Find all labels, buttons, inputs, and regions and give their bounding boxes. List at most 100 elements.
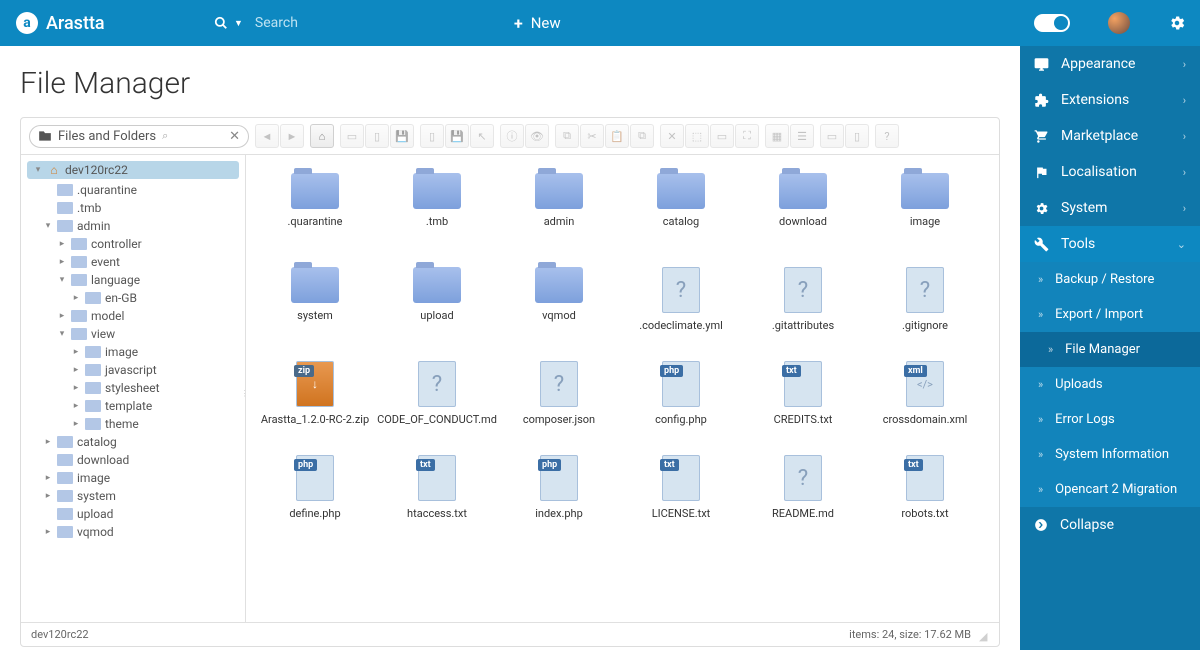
menu-item-appearance[interactable]: Appearance› [1020, 46, 1200, 82]
tree-item[interactable]: ▸system [21, 487, 245, 505]
tree-item[interactable]: ▾admin [21, 217, 245, 235]
folder-item[interactable]: .tmb [376, 167, 498, 257]
tree-toggle-icon[interactable]: ▸ [71, 347, 81, 357]
preview-button[interactable]: 👁 [525, 124, 549, 148]
collapse-button[interactable]: Collapse [1020, 507, 1200, 543]
resize-corner-icon[interactable]: ◢ [979, 630, 989, 640]
tree-item[interactable]: ▸model [21, 307, 245, 325]
folder-item[interactable]: vqmod [498, 261, 620, 351]
clear-path-icon[interactable]: ✕ [229, 129, 240, 144]
duplicate-button[interactable]: ⧉ [630, 124, 654, 148]
copy-button[interactable]: ⧉ [555, 124, 579, 148]
file-item[interactable]: txtCREDITS.txt [742, 355, 864, 445]
file-item[interactable]: ?.gitattributes [742, 261, 864, 351]
file-item[interactable]: xml</>crossdomain.xml [864, 355, 986, 445]
view-icons-button[interactable]: ▦ [765, 124, 789, 148]
tree-item[interactable]: ▸image [21, 469, 245, 487]
menu-item-tools[interactable]: Tools⌄ [1020, 226, 1200, 262]
select-button[interactable]: ↖ [470, 124, 494, 148]
tree-item[interactable]: ▾language [21, 271, 245, 289]
fm-files[interactable]: .quarantine.tmbadmincatalogdownloadimage… [246, 155, 999, 622]
folder-item[interactable]: image [864, 167, 986, 257]
tree-toggle-icon[interactable]: ▸ [43, 473, 53, 483]
tree-toggle-icon[interactable]: ▾ [57, 275, 67, 285]
tree-toggle-icon[interactable]: ▸ [43, 527, 53, 537]
places-button[interactable]: ▯ [845, 124, 869, 148]
tree-item[interactable]: ▸en-GB [21, 289, 245, 307]
tree-item[interactable]: ▸stylesheet [21, 379, 245, 397]
folder-item[interactable]: download [742, 167, 864, 257]
tree-toggle-icon[interactable]: ▸ [57, 257, 67, 267]
tree-item[interactable]: ▾view [21, 325, 245, 343]
cut-button[interactable]: ✂ [580, 124, 604, 148]
tree-toggle-icon[interactable]: ▾ [43, 221, 53, 231]
tree-toggle-icon[interactable]: ▸ [43, 491, 53, 501]
select-all-button[interactable]: ⬚ [685, 124, 709, 148]
tree-toggle-icon[interactable]: ▸ [71, 365, 81, 375]
tree-toggle-icon[interactable]: ▸ [71, 419, 81, 429]
submenu-item[interactable]: »Export / Import [1020, 297, 1200, 332]
menu-item-localisation[interactable]: Localisation› [1020, 154, 1200, 190]
submenu-item[interactable]: »System Information [1020, 437, 1200, 472]
folder-item[interactable]: admin [498, 167, 620, 257]
submenu-item[interactable]: »Opencart 2 Migration [1020, 472, 1200, 507]
tree-item[interactable]: .quarantine [21, 181, 245, 199]
menu-item-marketplace[interactable]: Marketplace› [1020, 118, 1200, 154]
file-item[interactable]: ?.codeclimate.yml [620, 261, 742, 351]
submenu-item[interactable]: »Uploads [1020, 367, 1200, 402]
upload-button[interactable]: 💾 [390, 124, 414, 148]
tree-item[interactable]: .tmb [21, 199, 245, 217]
gear-icon[interactable] [1168, 14, 1186, 32]
folder-item[interactable]: .quarantine [254, 167, 376, 257]
caret-down-icon[interactable]: ▼ [234, 18, 243, 29]
file-item[interactable]: ?.gitignore [864, 261, 986, 351]
fullscreen-button[interactable]: ⛶ [735, 124, 759, 148]
back-button[interactable]: ◄ [255, 124, 279, 148]
tree-toggle-icon[interactable]: ▸ [57, 311, 67, 321]
toggle-switch[interactable] [1034, 14, 1070, 32]
file-item[interactable]: ?README.md [742, 449, 864, 539]
forward-button[interactable]: ► [280, 124, 304, 148]
tree-toggle-icon[interactable]: ▸ [71, 401, 81, 411]
paste-button[interactable]: 📋 [605, 124, 629, 148]
sort-button[interactable]: ▭ [820, 124, 844, 148]
file-item[interactable]: txthtaccess.txt [376, 449, 498, 539]
info-button[interactable]: ⓘ [500, 124, 524, 148]
tree-item[interactable]: download [21, 451, 245, 469]
folder-item[interactable]: system [254, 261, 376, 351]
home-button[interactable]: ⌂ [310, 124, 334, 148]
search-input[interactable] [255, 15, 435, 31]
file-item[interactable]: phpindex.php [498, 449, 620, 539]
file-item[interactable]: ?composer.json [498, 355, 620, 445]
menu-item-system[interactable]: System› [1020, 190, 1200, 226]
new-folder-button[interactable]: ▭ [340, 124, 364, 148]
collapse-icon[interactable]: ▾ [33, 165, 43, 175]
tree-toggle-icon[interactable]: ▸ [43, 437, 53, 447]
menu-item-extensions[interactable]: Extensions› [1020, 82, 1200, 118]
tree-item[interactable]: ▸event [21, 253, 245, 271]
tree-item[interactable]: ▸controller [21, 235, 245, 253]
tree-toggle-icon[interactable]: ▸ [71, 383, 81, 393]
tree-toggle-icon[interactable]: ▸ [57, 239, 67, 249]
tree-item[interactable]: ▸catalog [21, 433, 245, 451]
tree-root[interactable]: ▾ ⌂ dev120rc22 [27, 161, 239, 179]
open-button[interactable]: ▯ [420, 124, 444, 148]
file-item[interactable]: phpconfig.php [620, 355, 742, 445]
new-file-button[interactable]: ▯ [365, 124, 389, 148]
search-icon[interactable]: ▼ [214, 16, 243, 30]
file-item[interactable]: txtLICENSE.txt [620, 449, 742, 539]
tree-item[interactable]: ▸theme [21, 415, 245, 433]
path-box[interactable]: Files and Folders ⌕ ✕ [29, 125, 249, 148]
brand[interactable]: a Arastta [0, 12, 198, 34]
tree-item[interactable]: ▸vqmod [21, 523, 245, 541]
submenu-item[interactable]: »Backup / Restore [1020, 262, 1200, 297]
tree-toggle-icon[interactable]: ▸ [71, 293, 81, 303]
tree-item[interactable]: ▸template [21, 397, 245, 415]
file-item[interactable]: ?CODE_OF_CONDUCT.md [376, 355, 498, 445]
view-list-button[interactable]: ☰ [790, 124, 814, 148]
tree-toggle-icon[interactable]: ▾ [57, 329, 67, 339]
tree-item[interactable]: ▸javascript [21, 361, 245, 379]
help-button[interactable]: ? [875, 124, 899, 148]
submenu-item[interactable]: »File Manager [1020, 332, 1200, 367]
folder-item[interactable]: upload [376, 261, 498, 351]
